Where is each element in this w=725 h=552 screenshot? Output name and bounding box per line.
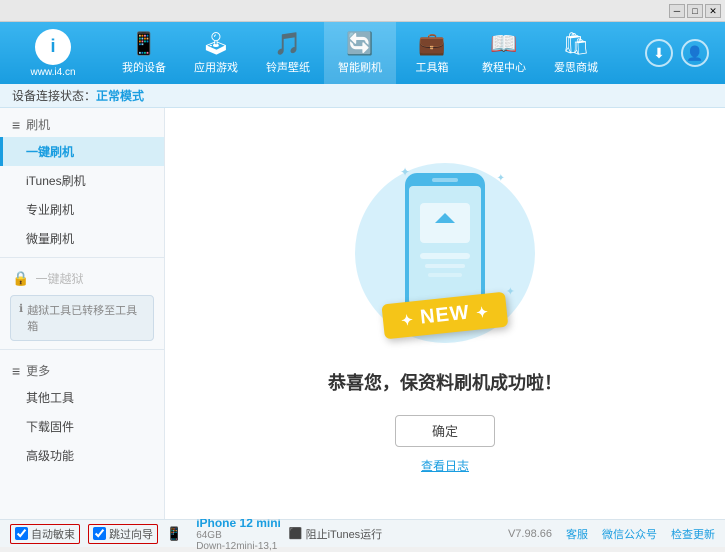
skip-wizard-label: 跳过向导 (109, 526, 153, 542)
sidebar-item-pro-flash[interactable]: 专业刷机 (0, 195, 164, 224)
close-button[interactable]: ✕ (705, 4, 721, 18)
stop-itunes-label: 阻止iTunes运行 (306, 526, 383, 542)
device-status-value: 正常模式 (96, 87, 144, 104)
device-row: 📱 iPhone 12 mini 64GB Down-12mini-13,1 (166, 516, 281, 552)
version-text: V7.98.66 (508, 528, 552, 540)
auto-start-label: 自动敏束 (31, 526, 75, 542)
auto-start-checkbox-label[interactable]: 自动敏束 (10, 524, 80, 544)
nav-item-tutorial-label: 教程中心 (482, 59, 526, 75)
main-layout: ≡ 刷机 一键刷机 iTunes刷机 专业刷机 微量刷机 🔒 一键越狱 ℹ 越狱… (0, 108, 725, 519)
sidebar-divider-2 (0, 349, 164, 350)
nav-item-tutorial[interactable]: 📖 教程中心 (468, 22, 540, 84)
sidebar-section-flash-label: 刷机 (26, 116, 50, 133)
nav-item-toolbox[interactable]: 💼 工具箱 (396, 22, 468, 84)
logo-url: www.i4.cn (30, 67, 75, 78)
title-bar: ─ □ ✕ (0, 0, 725, 22)
restore-button[interactable]: □ (687, 4, 703, 18)
wechat-link[interactable]: 微信公众号 (602, 526, 657, 542)
sidebar-disabled-notice: ℹ 越狱工具已转移至工具箱 (10, 295, 154, 341)
sparkle-3: ✦ (506, 285, 515, 298)
logo[interactable]: i www.i4.cn (8, 28, 98, 78)
history-link[interactable]: 查看日志 (421, 457, 469, 474)
sidebar-item-other-tools[interactable]: 其他工具 (0, 383, 164, 412)
nav-item-apps-games-label: 应用游戏 (194, 59, 238, 75)
new-star-left: ✦ (400, 311, 414, 328)
check-update-link[interactable]: 检查更新 (671, 526, 715, 542)
device-status-label: 设备连接状态： (12, 87, 96, 104)
nav-item-shop[interactable]: 🛍 爱思商城 (540, 22, 612, 84)
nav-item-my-device[interactable]: 📱 我的设备 (108, 22, 180, 84)
sidebar-item-download-firmware[interactable]: 下载固件 (0, 412, 164, 441)
minimize-button[interactable]: ─ (669, 4, 685, 18)
sidebar-item-advanced[interactable]: 高级功能 (0, 441, 164, 470)
wallpaper-icon: 🎵 (274, 31, 301, 57)
status-bar: 自动敏束 跳过向导 📱 iPhone 12 mini 64GB Down-12m… (0, 519, 725, 547)
nav-item-shop-label: 爱思商城 (554, 59, 598, 75)
nav-item-wallpaper-label: 铃声壁纸 (266, 59, 310, 75)
logo-icon: i (35, 29, 71, 65)
header: i www.i4.cn 📱 我的设备 🕹 应用游戏 🎵 铃声壁纸 🔄 智能刷机 … (0, 22, 725, 84)
user-button[interactable]: 👤 (681, 39, 709, 67)
sidebar-section-more: ≡ 更多 (0, 354, 164, 383)
download-button[interactable]: ⬇ (645, 39, 673, 67)
nav-right: ⬇ 👤 (645, 39, 717, 67)
sparkle-2: ✦ (497, 173, 505, 184)
sidebar-item-one-click-flash[interactable]: 一键刷机 (0, 137, 164, 166)
sidebar-item-itunes-flash[interactable]: iTunes刷机 (0, 166, 164, 195)
nav-item-smart-shop[interactable]: 🔄 智能刷机 (324, 22, 396, 84)
nav-item-toolbox-label: 工具箱 (416, 59, 449, 75)
sidebar-section-flash: ≡ 刷机 (0, 108, 164, 137)
nav-items: 📱 我的设备 🕹 应用游戏 🎵 铃声壁纸 🔄 智能刷机 💼 工具箱 📖 教程中心… (108, 22, 645, 84)
new-text: NEW (419, 301, 477, 329)
sidebar: ≡ 刷机 一键刷机 iTunes刷机 专业刷机 微量刷机 🔒 一键越狱 ℹ 越狱… (0, 108, 165, 519)
sidebar-section-more-label: 更多 (26, 362, 50, 379)
sidebar-divider-1 (0, 257, 164, 258)
status-left: 自动敏束 跳过向导 📱 iPhone 12 mini 64GB Down-12m… (10, 516, 508, 552)
flash-section-icon: ≡ (12, 117, 20, 133)
content-area: ✦ ✦ ✦ ✦ NEW (165, 108, 725, 519)
service-link[interactable]: 客服 (566, 526, 588, 542)
sidebar-section-jailbreak-label: 一键越狱 (35, 270, 83, 287)
auto-start-checkbox[interactable] (15, 527, 28, 540)
device-status-bar: 设备连接状态： 正常模式 (0, 84, 725, 108)
device-model: Down-12mini-13,1 (196, 541, 281, 552)
stop-itunes: ⬛ 阻止iTunes运行 (289, 526, 382, 542)
skip-wizard-checkbox[interactable] (93, 527, 106, 540)
disabled-notice-text: 越狱工具已转移至工具箱 (27, 302, 145, 334)
more-section-icon: ≡ (12, 363, 20, 379)
stop-itunes-icon: ⬛ (289, 527, 303, 540)
lock-icon: 🔒 (12, 270, 29, 287)
sidebar-item-save-flash[interactable]: 微量刷机 (0, 224, 164, 253)
status-right: V7.98.66 客服 微信公众号 检查更新 (508, 526, 715, 542)
shop-icon: 🛍 (562, 31, 590, 57)
tutorial-icon: 📖 (490, 31, 517, 57)
toolbox-icon: 💼 (418, 31, 445, 57)
smart-shop-icon: 🔄 (346, 31, 373, 57)
confirm-button[interactable]: 确定 (395, 415, 495, 447)
my-device-icon: 📱 (130, 31, 157, 57)
device-storage: 64GB (196, 530, 281, 541)
nav-item-my-device-label: 我的设备 (122, 59, 166, 75)
success-text: 恭喜您，保资料刷机成功啦！ (328, 369, 562, 395)
new-star-right: ✦ (475, 303, 489, 320)
apps-games-icon: 🕹 (202, 31, 230, 57)
disabled-notice-icon: ℹ (19, 302, 23, 315)
skip-wizard-checkbox-label[interactable]: 跳过向导 (88, 524, 158, 544)
device-phone-icon: 📱 (166, 526, 182, 542)
success-illustration: ✦ ✦ ✦ ✦ NEW (345, 153, 545, 353)
nav-item-smart-shop-label: 智能刷机 (338, 59, 382, 75)
sidebar-section-jailbreak: 🔒 一键越狱 (0, 262, 164, 291)
nav-item-apps-games[interactable]: 🕹 应用游戏 (180, 22, 252, 84)
nav-item-wallpaper[interactable]: 🎵 铃声壁纸 (252, 22, 324, 84)
device-info: iPhone 12 mini 64GB Down-12mini-13,1 (196, 516, 281, 552)
